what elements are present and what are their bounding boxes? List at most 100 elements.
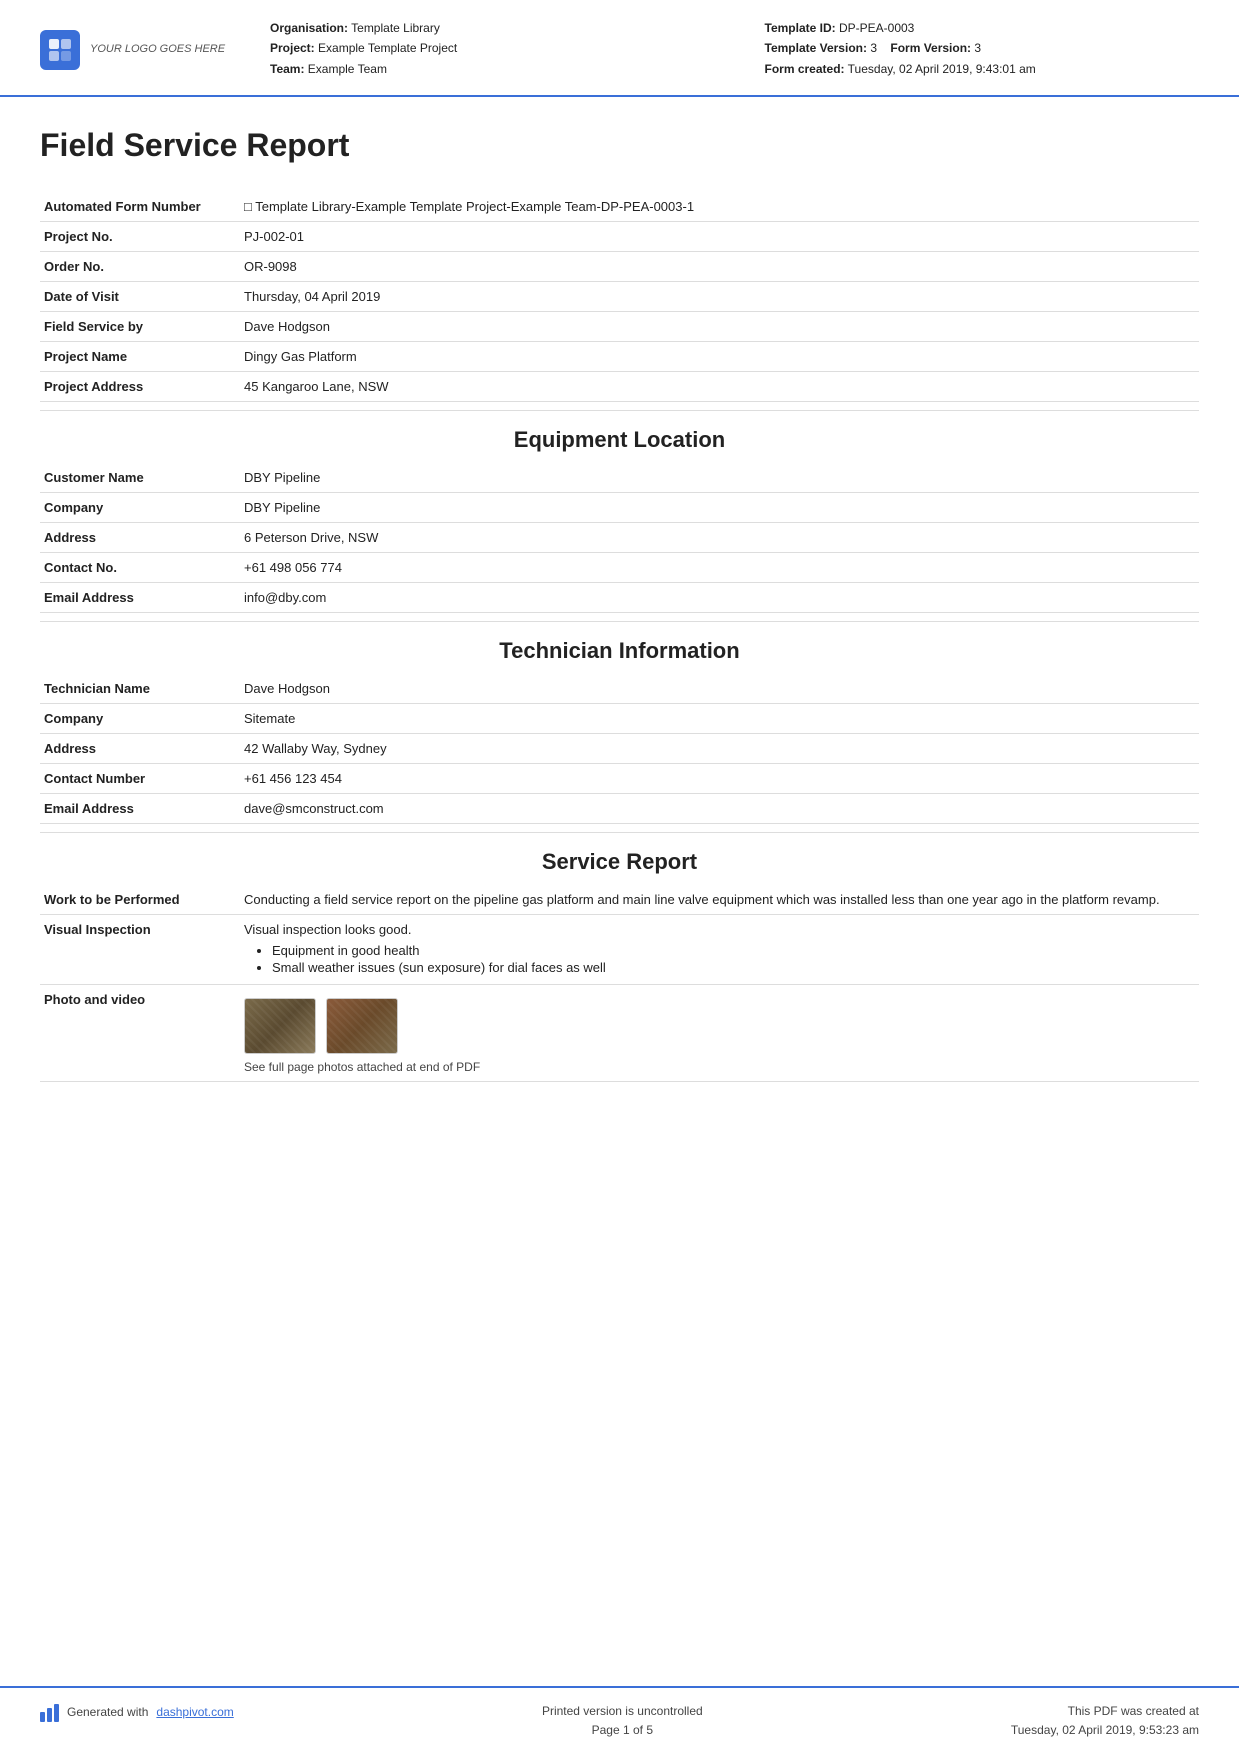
footer-bar-3 — [54, 1704, 59, 1722]
logo-text: YOUR LOGO GOES HERE — [90, 42, 225, 56]
field-label: Field Service by — [40, 312, 240, 342]
page: YOUR LOGO GOES HERE Organisation: Templa… — [0, 0, 1239, 1754]
table-row: Field Service byDave Hodgson — [40, 312, 1199, 342]
field-label: Technician Name — [40, 674, 240, 704]
main-content: Field Service Report Automated Form Numb… — [0, 97, 1239, 1685]
header-meta: Organisation: Template Library Project: … — [240, 18, 1199, 81]
technician-fields-table: Technician NameDave HodgsonCompanySitema… — [40, 674, 1199, 824]
field-label: Visual Inspection — [40, 915, 240, 985]
table-row: Customer NameDBY Pipeline — [40, 463, 1199, 493]
field-value: 6 Peterson Drive, NSW — [240, 523, 1199, 553]
header-meta-right: Template ID: DP-PEA-0003 Template Versio… — [765, 18, 1200, 79]
field-value: 42 Wallaby Way, Sydney — [240, 734, 1199, 764]
field-value: +61 498 056 774 — [240, 553, 1199, 583]
footer-generated-text: Generated with — [67, 1705, 148, 1719]
form-created-line: Form created: Tuesday, 02 April 2019, 9:… — [765, 59, 1200, 79]
list-item: Equipment in good health — [272, 943, 1191, 958]
field-label: Contact No. — [40, 553, 240, 583]
table-row: Contact No.+61 498 056 774 — [40, 553, 1199, 583]
field-value: +61 456 123 454 — [240, 764, 1199, 794]
table-row: Order No.OR-9098 — [40, 252, 1199, 282]
field-label: Order No. — [40, 252, 240, 282]
table-row: Project Address45 Kangaroo Lane, NSW — [40, 372, 1199, 402]
field-label: Company — [40, 493, 240, 523]
header-meta-left: Organisation: Template Library Project: … — [270, 18, 705, 79]
field-label: Date of Visit — [40, 282, 240, 312]
table-row: Project No.PJ-002-01 — [40, 222, 1199, 252]
field-label: Automated Form Number — [40, 192, 240, 222]
field-value: Sitemate — [240, 704, 1199, 734]
table-row: CompanySitemate — [40, 704, 1199, 734]
field-value: info@dby.com — [240, 583, 1199, 613]
section-heading-service: Service Report — [40, 832, 1199, 885]
header: YOUR LOGO GOES HERE Organisation: Templa… — [0, 0, 1239, 97]
table-row: CompanyDBY Pipeline — [40, 493, 1199, 523]
footer-uncontrolled: Printed version is uncontrolled — [542, 1702, 703, 1721]
field-label: Project Address — [40, 372, 240, 402]
field-value: Dingy Gas Platform — [240, 342, 1199, 372]
field-label: Address — [40, 523, 240, 553]
logo-icon — [40, 30, 80, 70]
table-row: Photo and video See full page photos atta… — [40, 985, 1199, 1082]
field-value: □ Template Library-Example Template Proj… — [240, 192, 1199, 222]
photo-caption: See full page photos attached at end of … — [244, 1060, 1191, 1074]
field-label: Project No. — [40, 222, 240, 252]
field-label: Photo and video — [40, 985, 240, 1082]
table-row: Work to be PerformedConducting a field s… — [40, 885, 1199, 915]
project-line: Project: Example Template Project — [270, 38, 705, 58]
field-label: Address — [40, 734, 240, 764]
field-value: Thursday, 04 April 2019 — [240, 282, 1199, 312]
org-line: Organisation: Template Library — [270, 18, 705, 38]
field-value: Conducting a field service report on the… — [240, 885, 1199, 915]
photo-thumbnail-2 — [326, 998, 398, 1054]
footer-page-number: Page 1 of 5 — [542, 1721, 703, 1740]
field-label: Company — [40, 704, 240, 734]
table-row: Address42 Wallaby Way, Sydney — [40, 734, 1199, 764]
footer-bar-2 — [47, 1708, 52, 1722]
footer-pdf-created-date: Tuesday, 02 April 2019, 9:53:23 am — [1011, 1721, 1199, 1740]
field-value: See full page photos attached at end of … — [240, 985, 1199, 1082]
equipment-fields-table: Customer NameDBY PipelineCompanyDBY Pipe… — [40, 463, 1199, 613]
section-heading-equipment: Equipment Location — [40, 410, 1199, 463]
form-fields-table: Automated Form Number□ Template Library-… — [40, 192, 1199, 402]
table-row: Visual InspectionVisual inspection looks… — [40, 915, 1199, 985]
field-value: Dave Hodgson — [240, 312, 1199, 342]
table-row: Contact Number+61 456 123 454 — [40, 764, 1199, 794]
table-row: Email Addressinfo@dby.com — [40, 583, 1199, 613]
table-row: Date of VisitThursday, 04 April 2019 — [40, 282, 1199, 312]
field-value: Dave Hodgson — [240, 674, 1199, 704]
table-row: Email Addressdave@smconstruct.com — [40, 794, 1199, 824]
footer-logo-icon — [40, 1702, 59, 1722]
table-row: Project NameDingy Gas Platform — [40, 342, 1199, 372]
page-title: Field Service Report — [40, 127, 1199, 172]
table-row: Address6 Peterson Drive, NSW — [40, 523, 1199, 553]
footer-center: Printed version is uncontrolled Page 1 o… — [542, 1702, 703, 1740]
logo-box: YOUR LOGO GOES HERE — [40, 30, 240, 70]
version-line: Template Version: 3 Form Version: 3 — [765, 38, 1200, 58]
bullet-list: Equipment in good health Small weather is… — [244, 943, 1191, 975]
field-value: Visual inspection looks good.Equipment i… — [240, 915, 1199, 985]
field-value: DBY Pipeline — [240, 493, 1199, 523]
field-value: 45 Kangaroo Lane, NSW — [240, 372, 1199, 402]
team-line: Team: Example Team — [270, 59, 705, 79]
field-value: PJ-002-01 — [240, 222, 1199, 252]
photo-row — [244, 998, 1191, 1054]
field-label: Email Address — [40, 794, 240, 824]
footer-pdf-created-label: This PDF was created at — [1011, 1702, 1199, 1721]
field-label: Email Address — [40, 583, 240, 613]
table-row: Technician NameDave Hodgson — [40, 674, 1199, 704]
table-row: Automated Form Number□ Template Library-… — [40, 192, 1199, 222]
service-fields-table: Work to be PerformedConducting a field s… — [40, 885, 1199, 1082]
field-label: Contact Number — [40, 764, 240, 794]
field-label: Customer Name — [40, 463, 240, 493]
list-item: Small weather issues (sun exposure) for … — [272, 960, 1191, 975]
field-label: Project Name — [40, 342, 240, 372]
photo-thumbnail-1 — [244, 998, 316, 1054]
footer-left: Generated with dashpivot.com — [40, 1702, 234, 1722]
field-label: Work to be Performed — [40, 885, 240, 915]
field-value: OR-9098 — [240, 252, 1199, 282]
section-heading-technician: Technician Information — [40, 621, 1199, 674]
template-id-line: Template ID: DP-PEA-0003 — [765, 18, 1200, 38]
field-value: dave@smconstruct.com — [240, 794, 1199, 824]
footer-link[interactable]: dashpivot.com — [156, 1705, 233, 1719]
